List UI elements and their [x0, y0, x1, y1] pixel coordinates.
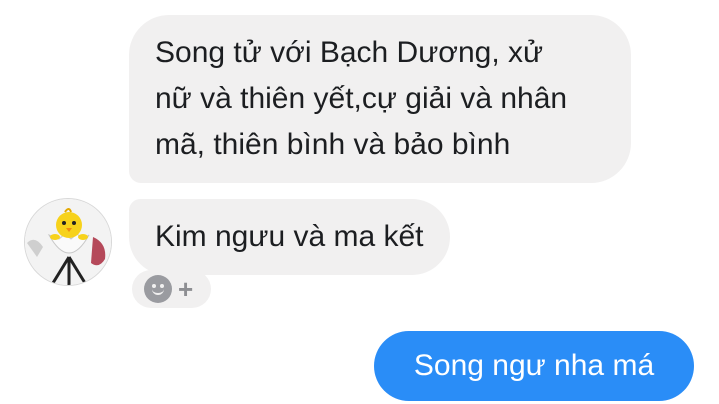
- message-bubble-incoming[interactable]: Kim ngưu và ma kết: [129, 199, 450, 275]
- add-reaction-button[interactable]: +: [132, 270, 211, 308]
- contact-avatar[interactable]: [24, 198, 112, 286]
- chick-avatar-icon: [25, 199, 111, 285]
- message-bubble-outgoing[interactable]: Song ngư nha má: [374, 331, 694, 401]
- smiley-icon: [144, 275, 172, 303]
- chat-thread: Song tử với Bạch Dương, xử nữ và thiên y…: [0, 0, 719, 404]
- plus-icon: +: [178, 274, 194, 304]
- message-bubble-incoming[interactable]: Song tử với Bạch Dương, xử nữ và thiên y…: [129, 15, 631, 183]
